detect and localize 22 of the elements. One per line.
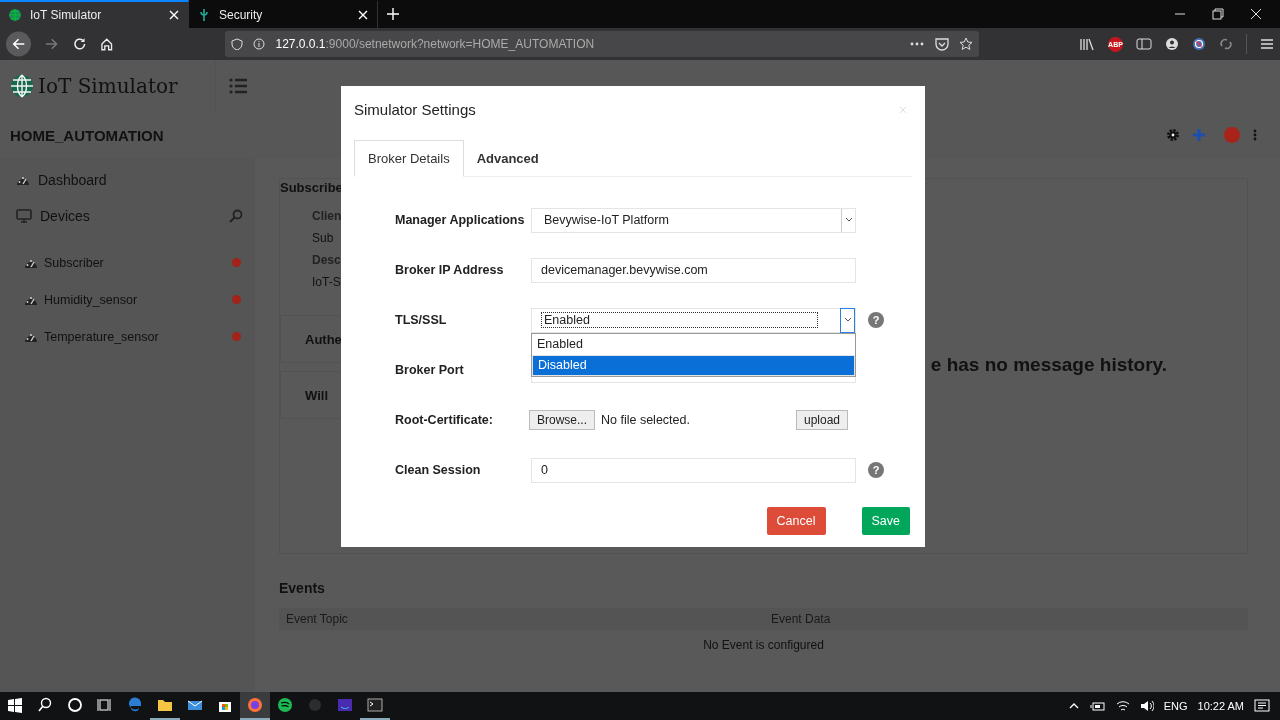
field-label: Manager Applications	[395, 213, 526, 227]
field-label: Desc	[312, 253, 340, 267]
file-status: No file selected.	[601, 413, 691, 427]
field-value: IoT-S	[312, 275, 342, 289]
column-header: Event Topic	[285, 612, 349, 626]
app-logo: IoT Simulator	[38, 74, 178, 98]
field-value: Sub	[312, 231, 335, 245]
section-title: Events	[279, 580, 326, 596]
field-label: Clien	[312, 209, 340, 223]
field-label: Broker IP Address	[395, 263, 505, 277]
field-label: TLS/SSL	[395, 313, 448, 327]
empty-message: e has no message history.	[930, 354, 1167, 377]
column-header: Event Data	[771, 612, 831, 626]
card-title: Subscribe	[280, 179, 344, 195]
panel-title: Will	[305, 387, 328, 403]
dialog-title: Simulator Settings	[354, 101, 476, 118]
field-label: Root-Certificate:	[395, 413, 494, 427]
field-label: Clean Session	[395, 463, 482, 477]
panel-title: Authe	[305, 331, 342, 347]
network-name: HOME_AUTOMATION	[10, 126, 165, 144]
empty-message: No Event is configured	[703, 638, 824, 652]
field-label: Broker Port	[395, 363, 465, 377]
